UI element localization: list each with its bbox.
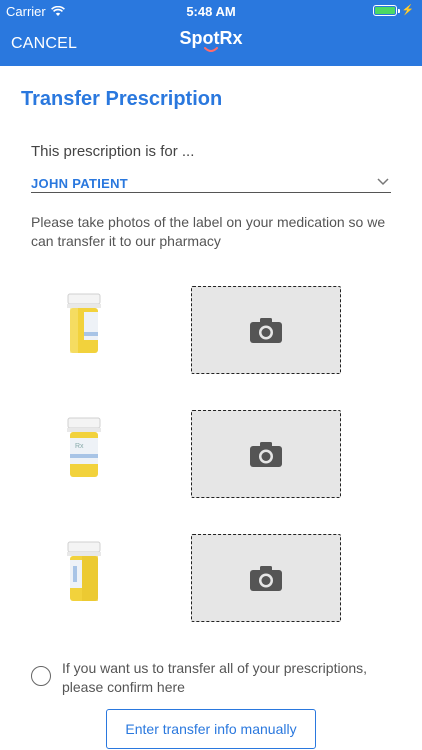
camera-icon (250, 566, 282, 591)
logo-accent: Rx (219, 28, 243, 48)
logo-text: Spot (179, 28, 220, 48)
patient-prompt: This prescription is for ... (31, 143, 195, 160)
photo-row (0, 286, 422, 376)
battery-icon: ⚡ (372, 5, 414, 16)
status-bar: Carrier 5:48 AM ⚡ (0, 0, 422, 22)
pill-bottle-icon (67, 293, 101, 353)
pill-bottle-icon: Rx (67, 417, 101, 477)
patient-selected-value: JOHN PATIENT (31, 176, 129, 191)
photo-slot-1[interactable] (191, 286, 341, 374)
confirm-all-radio[interactable] (31, 666, 51, 686)
photo-row: Rx (0, 410, 422, 500)
nav-bar: CANCEL SpotRx (0, 22, 422, 66)
enter-manually-button[interactable]: Enter transfer info manually (106, 709, 316, 749)
pill-bottle-icon (67, 541, 101, 601)
camera-icon (250, 442, 282, 467)
photo-slot-2[interactable] (191, 410, 341, 498)
chevron-down-icon (377, 178, 389, 186)
camera-icon (250, 318, 282, 343)
confirm-all-label: If you want us to transfer all of your p… (62, 660, 368, 695)
clock: 5:48 AM (186, 4, 236, 19)
photo-instructions: Please take photos of the label on your … (31, 214, 386, 249)
svg-text:Rx: Rx (75, 443, 84, 450)
photo-row (0, 534, 422, 624)
photo-slot-3[interactable] (191, 534, 341, 622)
page-title: Transfer Prescription (21, 88, 223, 110)
patient-dropdown[interactable]: JOHN PATIENT (31, 170, 391, 193)
spotrx-logo: SpotRx (0, 28, 422, 53)
charging-icon: ⚡ (401, 5, 414, 16)
